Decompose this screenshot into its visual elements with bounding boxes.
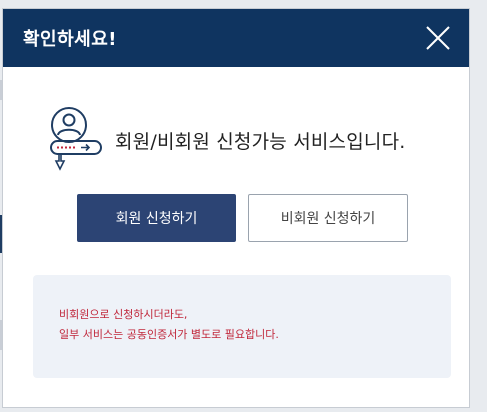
dialog-message-row: 회원/비회원 신청가능 서비스입니다. <box>45 103 406 173</box>
notice-line-2: 일부 서비스는 공동인증서가 별도로 필요합니다. <box>59 328 279 341</box>
member-apply-button[interactable]: 회원 신청하기 <box>77 194 236 242</box>
notice-box: 비회원으로 신청하시더라도, 일부 서비스는 공동인증서가 별도로 필요합니다. <box>33 275 451 378</box>
close-button[interactable] <box>423 23 453 53</box>
dialog-actions: 회원 신청하기 비회원 신청하기 <box>77 194 408 242</box>
close-icon <box>426 26 450 50</box>
confirm-dialog: 확인하세요! 회원/비회원 신청가능 서비스입니다. 회원 신청하기 비회원 신… <box>2 8 470 408</box>
guest-apply-button[interactable]: 비회원 신청하기 <box>248 194 408 242</box>
dialog-header: 확인하세요! <box>3 9 469 67</box>
member-card-icon <box>50 107 102 171</box>
dialog-title: 확인하세요! <box>23 29 118 50</box>
dialog-message: 회원/비회원 신청가능 서비스입니다. <box>115 130 406 153</box>
notice-line-1: 비회원으로 신청하시더라도, <box>59 308 188 321</box>
